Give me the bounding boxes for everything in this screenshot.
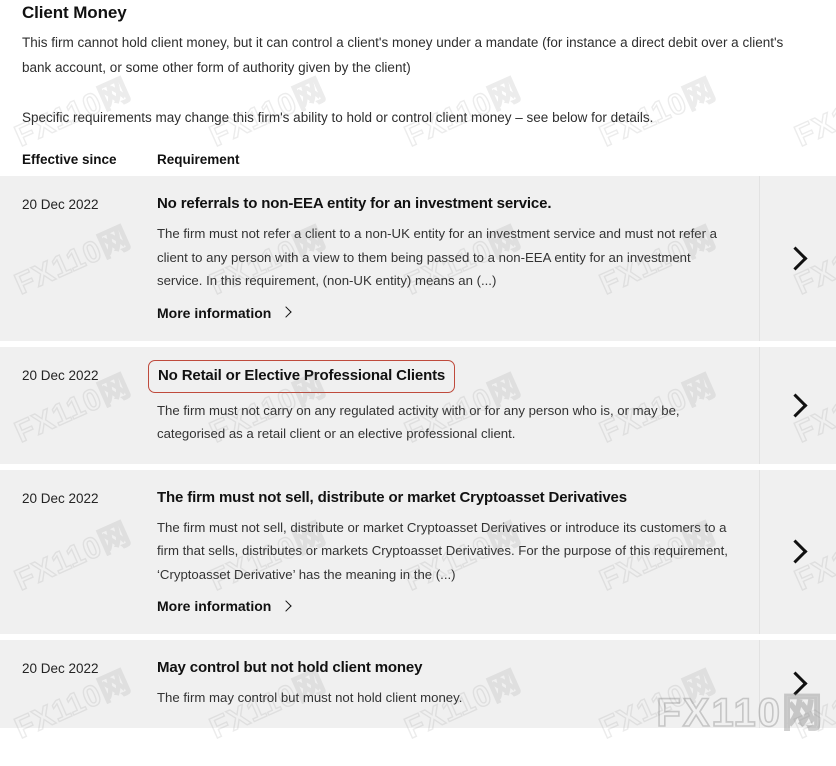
table-body: 20 Dec 2022 No referrals to non-EEA entit… xyxy=(0,176,836,728)
more-information-link[interactable]: More information xyxy=(157,304,293,321)
cell-requirement: No referrals to non-EEA entity for an in… xyxy=(157,192,749,323)
chevron-right-icon xyxy=(280,599,293,612)
requirement-title: No referrals to non-EEA entity for an in… xyxy=(157,195,552,212)
cell-effective-since: 20 Dec 2022 xyxy=(22,197,99,212)
chevron-right-icon xyxy=(783,246,808,271)
more-information-label: More information xyxy=(157,304,272,321)
requirements-table: Effective since Requirement 20 Dec 2022 N… xyxy=(0,152,836,728)
cell-requirement: May control but not hold client money The… xyxy=(157,656,749,710)
expand-row-button[interactable] xyxy=(776,662,820,706)
requirement-title: The firm must not sell, distribute or ma… xyxy=(157,488,627,506)
requirement-title-highlighted: No Retail or Elective Professional Clien… xyxy=(148,359,456,393)
row-divider xyxy=(759,640,760,728)
table-row[interactable]: 20 Dec 2022 May control but not hold clie… xyxy=(0,640,836,728)
requirement-description: The firm must not sell, distribute or ma… xyxy=(157,519,728,582)
chevron-right-icon xyxy=(280,306,293,318)
chevron-right-icon xyxy=(783,392,808,418)
client-money-page: Client Money This firm cannot hold clien… xyxy=(0,0,836,728)
intro-paragraph-1: This firm cannot hold client money, but … xyxy=(22,35,784,75)
requirement-title: May control but not hold client money xyxy=(157,659,423,676)
page-title: Client Money xyxy=(22,3,127,22)
expand-row-button[interactable] xyxy=(776,383,820,427)
chevron-right-icon xyxy=(783,539,808,564)
table-header-row: Effective since Requirement xyxy=(0,152,836,176)
cell-effective-since: 20 Dec 2022 xyxy=(22,661,99,676)
requirement-description: The firm may control but must not hold c… xyxy=(157,690,463,705)
row-divider xyxy=(759,469,760,634)
intro-section: Client Money This firm cannot hold clien… xyxy=(0,0,836,130)
more-information-label: More information xyxy=(157,598,272,614)
table-row[interactable]: 20 Dec 2022 No referrals to non-EEA entit… xyxy=(0,176,836,341)
cell-requirement: No Retail or Elective Professional Clien… xyxy=(148,359,749,446)
intro-paragraph-2: Specific requirements may change this fi… xyxy=(22,110,654,125)
row-divider xyxy=(759,346,760,464)
chevron-right-icon xyxy=(783,671,808,696)
more-information-link[interactable]: More information xyxy=(157,598,293,614)
expand-row-button[interactable] xyxy=(776,530,820,574)
row-divider xyxy=(759,176,760,341)
column-header-requirement: Requirement xyxy=(157,152,240,167)
table-row[interactable]: 20 Dec 2022 The firm must not sell, distr… xyxy=(0,469,836,634)
cell-effective-since: 20 Dec 2022 xyxy=(22,490,99,506)
table-row[interactable]: 20 Dec 2022 No Retail or Elective Profess… xyxy=(0,346,836,464)
cell-requirement: The firm must not sell, distribute or ma… xyxy=(157,486,749,617)
column-header-effective-since: Effective since xyxy=(22,152,117,167)
expand-row-button[interactable] xyxy=(776,236,820,280)
requirement-description: The firm must not carry on any regulated… xyxy=(157,402,680,442)
cell-effective-since: 20 Dec 2022 xyxy=(22,367,99,383)
requirement-description: The firm must not refer a client to a no… xyxy=(157,226,717,288)
